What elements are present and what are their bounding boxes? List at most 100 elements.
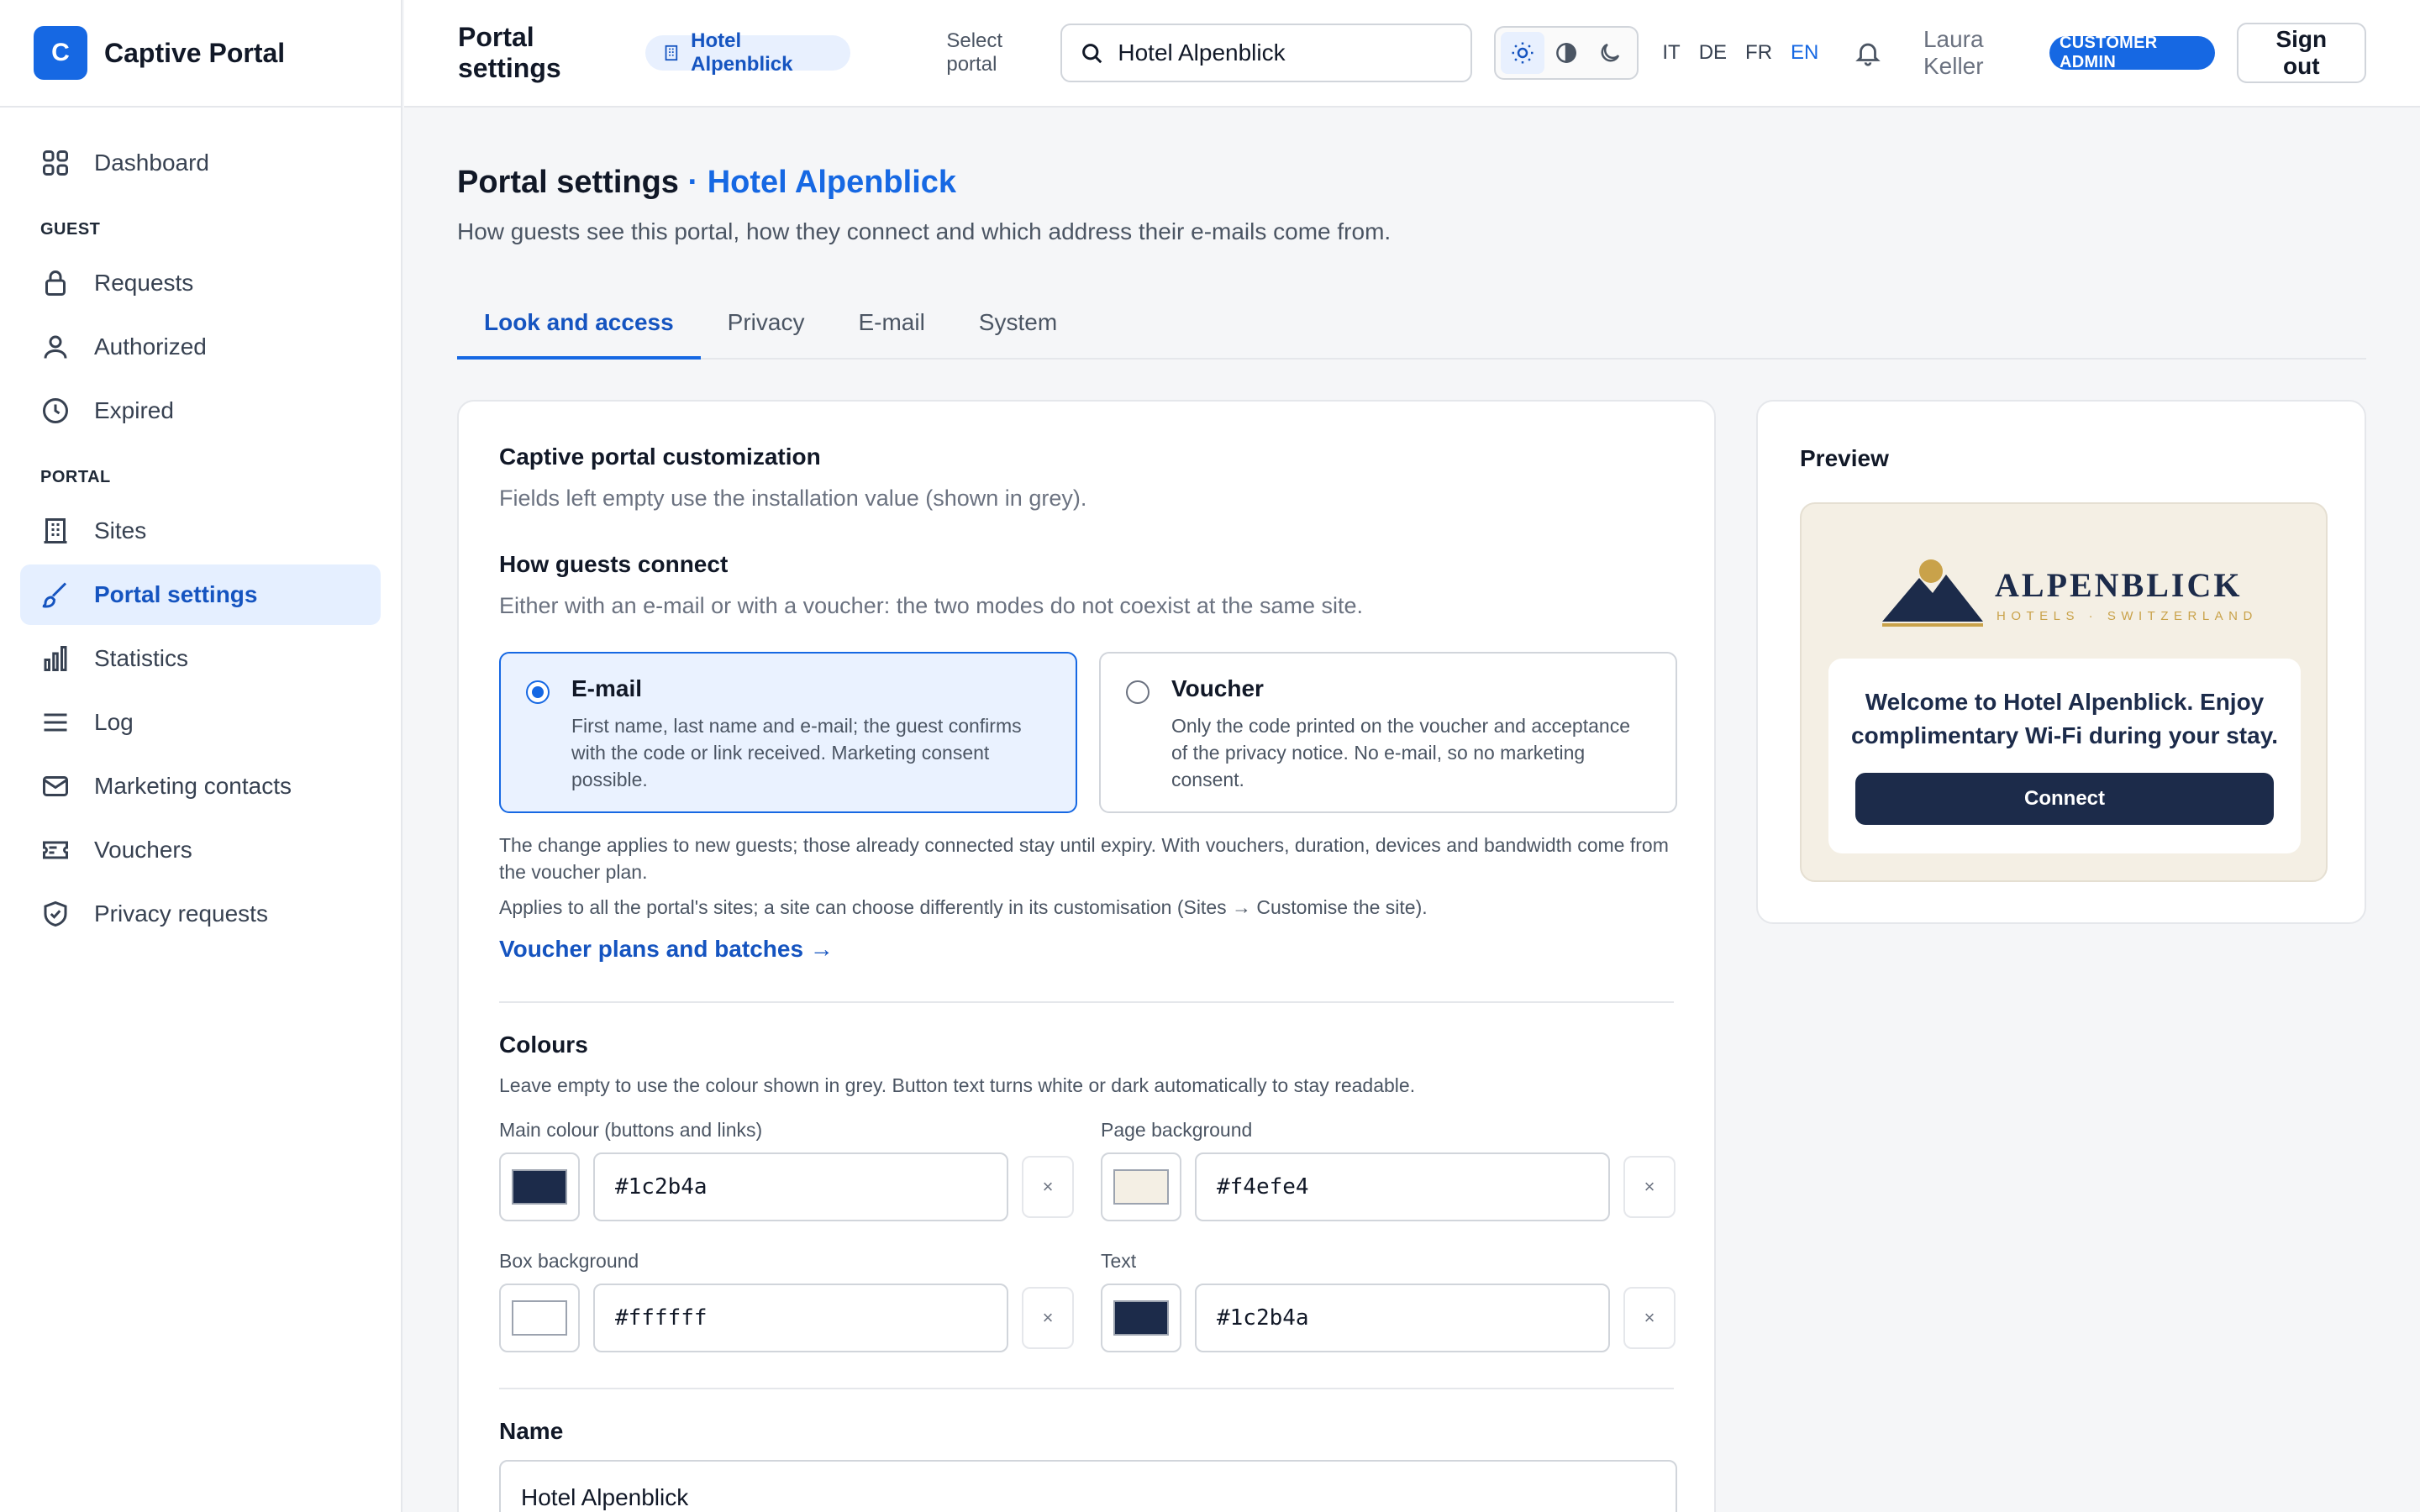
moon-icon (1602, 43, 1620, 62)
sidebar-item-statistics[interactable]: Statistics (20, 628, 381, 689)
colour-chip (1113, 1169, 1169, 1205)
sidebar-item-expired[interactable]: Expired (20, 381, 381, 441)
preview-card: Preview ALPENBLICK HOTELS · SWITZERLAND … (1756, 400, 2366, 924)
connect-heading: How guests connect (499, 551, 729, 577)
portal-chip-label: Hotel Alpenblick (691, 29, 793, 76)
theme-dark-button[interactable] (1588, 32, 1632, 74)
box-background-input[interactable] (593, 1284, 1008, 1352)
page-background-clear-button[interactable]: × (1623, 1156, 1676, 1218)
theme-light-button[interactable] (1501, 32, 1545, 74)
mode-email-option[interactable]: E-mail First name, last name and e-mail;… (499, 652, 1077, 813)
portal-search-input[interactable] (1118, 39, 1471, 66)
customization-card: Captive portal customization Fields left… (457, 400, 1716, 1512)
mode-email-title: E-mail (571, 675, 643, 701)
page-background-swatch[interactable] (1101, 1152, 1181, 1221)
box-background-swatch[interactable] (499, 1284, 580, 1352)
box-background-label: Box background (499, 1250, 639, 1272)
contrast-icon (1556, 43, 1577, 63)
voucher-plans-link[interactable]: Voucher plans and batches → (499, 936, 834, 963)
divider (499, 1001, 1674, 1003)
page-background-label: Page background (1101, 1119, 1253, 1141)
language-switcher: IT DE FR EN (1662, 41, 1818, 65)
sidebar-item-label: Marketing contacts (94, 773, 292, 799)
sidebar-item-log[interactable]: Log (20, 692, 381, 753)
page-subtitle: How guests see this portal, how they con… (457, 218, 1392, 244)
box-background-clear-button[interactable]: × (1022, 1287, 1074, 1349)
sidebar-item-label: Portal settings (94, 581, 258, 607)
sidebar-item-dashboard[interactable]: Dashboard (20, 133, 381, 193)
lang-fr[interactable]: FR (1745, 41, 1772, 65)
building-icon (40, 516, 71, 546)
lang-de[interactable]: DE (1699, 41, 1727, 65)
portal-chip: Hotel Alpenblick (645, 29, 851, 76)
tab-look-and-access[interactable]: Look and access (457, 294, 701, 360)
sidebar-item-marketing-contacts[interactable]: Marketing contacts (20, 756, 381, 816)
sidebar-item-label: Requests (94, 270, 194, 296)
user-icon (40, 332, 71, 362)
sidebar-item-label: Vouchers (94, 837, 192, 863)
app-name: Captive Portal (104, 37, 286, 68)
preview-box: Welcome to Hotel Alpenblick. Enjoy compl… (1828, 659, 2301, 853)
text-colour-input[interactable] (1195, 1284, 1610, 1352)
mode-voucher-option[interactable]: Voucher Only the code printed on the vou… (1099, 652, 1677, 813)
sun-icon (1512, 42, 1534, 64)
sidebar-item-label: Statistics (94, 645, 189, 671)
sidebar-item-privacy-requests[interactable]: Privacy requests (20, 884, 381, 944)
notifications-button[interactable] (1852, 36, 1883, 70)
building-icon (665, 45, 678, 61)
text-colour-clear-button[interactable]: × (1623, 1287, 1676, 1349)
settings-tabs: Look and access Privacy E-mail System (457, 294, 2366, 360)
theme-auto-button[interactable] (1544, 32, 1588, 74)
main-colour-clear-button[interactable]: × (1022, 1156, 1074, 1218)
sidebar-section-guest: GUEST (40, 220, 101, 239)
divider (499, 1388, 1674, 1389)
customization-hint: Fields left empty use the installation v… (499, 486, 1087, 511)
radio-voucher[interactable] (1126, 680, 1150, 704)
page-title-portal: · Hotel Alpenblick (687, 165, 957, 200)
text-colour-label: Text (1101, 1250, 1137, 1272)
radio-email[interactable] (526, 680, 550, 704)
sidebar-item-requests[interactable]: Requests (20, 253, 381, 313)
mode-change-note: The change applies to new guests; those … (499, 834, 1669, 883)
sidebar-section-portal: PORTAL (40, 468, 111, 486)
lock-icon (40, 268, 71, 298)
sidebar-item-label: Dashboard (94, 150, 209, 176)
sidebar-item-label: Sites (94, 517, 147, 543)
tab-system[interactable]: System (952, 294, 1084, 358)
sidebar-item-vouchers[interactable]: Vouchers (20, 820, 381, 880)
portal-name-input[interactable] (499, 1460, 1677, 1512)
colours-heading: Colours (499, 1032, 588, 1058)
clock-icon (40, 396, 71, 426)
preview-heading: Preview (1800, 445, 1889, 471)
sites-scope-note: Applies to all the portal's sites; a sit… (499, 896, 1428, 918)
main-colour-swatch[interactable] (499, 1152, 580, 1221)
sidebar-item-sites[interactable]: Sites (20, 501, 381, 561)
lang-it[interactable]: IT (1662, 41, 1680, 65)
tab-email[interactable]: E-mail (831, 294, 951, 358)
main-colour-label: Main colour (buttons and links) (499, 1119, 763, 1141)
list-icon (40, 707, 71, 738)
preview-connect-button[interactable]: Connect (1855, 773, 2274, 825)
logo-tagline: HOTELS · SWITZERLAND (1996, 609, 2258, 623)
portal-search[interactable] (1060, 24, 1473, 82)
preview-welcome-text: Welcome to Hotel Alpenblick. Enjoy compl… (1851, 689, 2278, 748)
shield-check-icon (40, 899, 71, 929)
brand[interactable]: C Captive Portal (0, 0, 401, 108)
theme-switcher (1494, 26, 1639, 80)
main-colour-input[interactable] (593, 1152, 1008, 1221)
hotel-logo: ALPENBLICK HOTELS · SWITZERLAND (1879, 554, 2265, 635)
logo-name: ALPENBLICK (1995, 566, 2243, 604)
page-background-input[interactable] (1195, 1152, 1610, 1221)
tab-privacy[interactable]: Privacy (701, 294, 832, 358)
topbar-title: Portal settings (458, 22, 561, 83)
sidebar-item-authorized[interactable]: Authorized (20, 317, 381, 377)
bell-icon (1854, 43, 1881, 66)
mode-email-description: First name, last name and e-mail; the gu… (571, 715, 1022, 790)
select-portal-label: Select portal (946, 29, 1003, 76)
role-badge: CUSTOMER ADMIN (2049, 34, 2215, 71)
sign-out-button[interactable]: Sign out (2236, 23, 2366, 83)
text-colour-swatch[interactable] (1101, 1284, 1181, 1352)
lang-en[interactable]: EN (1791, 41, 1818, 65)
sidebar-item-portal-settings[interactable]: Portal settings (20, 564, 381, 625)
customization-heading: Captive portal customization (499, 444, 821, 470)
